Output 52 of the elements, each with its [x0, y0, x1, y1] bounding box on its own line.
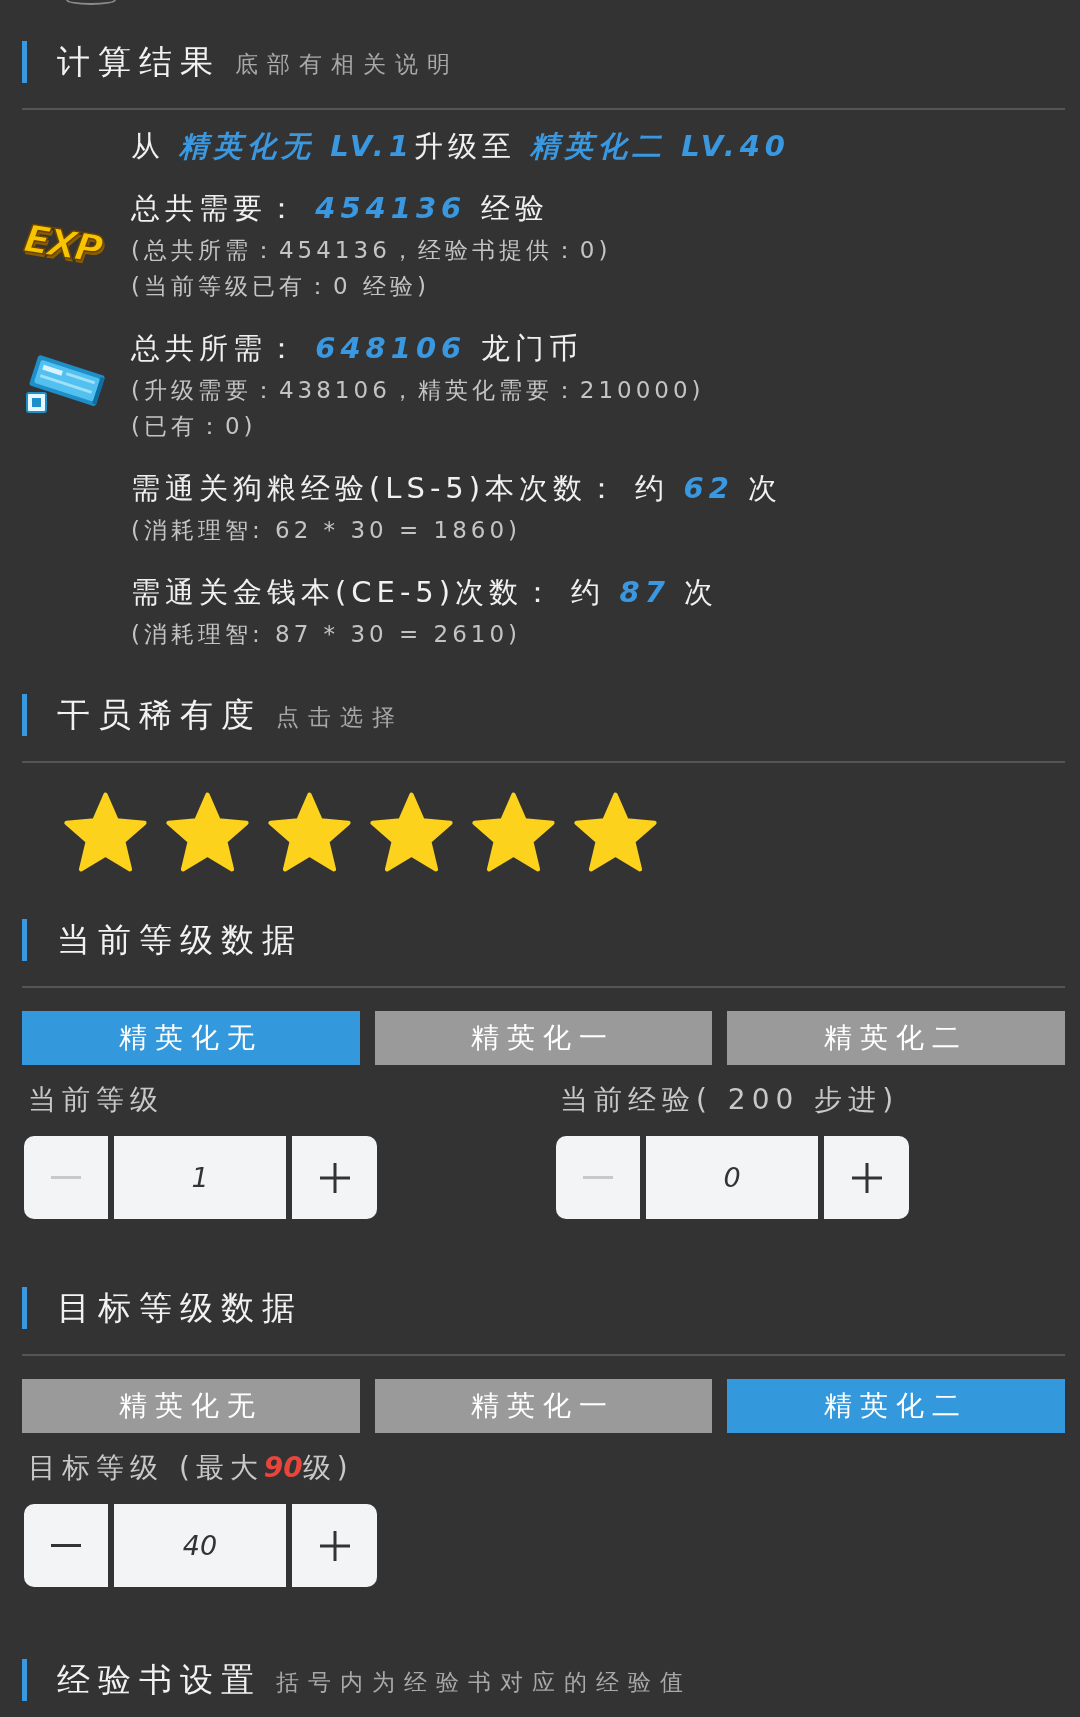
stage-tab[interactable]: 精英化无: [22, 1011, 360, 1065]
field-label: 当前等级: [27, 1082, 165, 1118]
plus-button[interactable]: [292, 1504, 377, 1587]
result-text: 需通关金钱本(CE-5)次数： 约 87 次: [131, 574, 720, 611]
plus-button[interactable]: [292, 1136, 377, 1219]
detail-text: (升级需要：438106，精英化需要：210000): [131, 376, 706, 405]
star-icon[interactable]: [574, 792, 657, 872]
plus-button[interactable]: [824, 1136, 909, 1219]
circle-edge: [66, 0, 116, 5]
minus-icon: [51, 1176, 81, 1179]
section-note: 点击选择: [276, 703, 404, 732]
star-icon[interactable]: [472, 792, 555, 872]
detail-text: (消耗理智: 62 * 30 = 1860): [131, 516, 523, 545]
stage-tab[interactable]: 精英化无: [22, 1379, 360, 1433]
section-note: 括号内为经验书对应的经验值: [276, 1668, 692, 1697]
star-icon[interactable]: [268, 792, 351, 872]
minus-icon: [51, 1544, 81, 1547]
result-text: 需通关狗粮经验(LS-5)本次数： 约 62 次: [131, 470, 784, 507]
accent-bar: [22, 41, 27, 83]
exp-icon: EXP: [21, 216, 105, 272]
section-note: 底部有相关说明: [235, 50, 459, 79]
section-title: 干员稀有度: [57, 693, 262, 736]
result-text: 总共需要： 454136 经验: [131, 190, 550, 227]
section-title: 计算结果: [57, 40, 221, 83]
plus-icon: [319, 1162, 350, 1193]
accent-bar: [22, 1659, 27, 1701]
detail-text: (总共所需：454136，经验书提供：0): [131, 236, 613, 265]
plus-icon: [851, 1162, 882, 1193]
stage-tab[interactable]: 精英化一: [374, 1011, 713, 1065]
star-icon[interactable]: [370, 792, 453, 872]
stage-tab[interactable]: 精英化二: [727, 1379, 1065, 1433]
card-icon: [24, 353, 106, 415]
accent-bar: [22, 1287, 27, 1329]
field-label: 当前经验( 200 步进): [559, 1082, 901, 1118]
result-text: 总共所需： 648106 龙门币: [131, 330, 584, 367]
detail-text: (当前等级已有：0 经验): [131, 272, 431, 301]
stage-tab[interactable]: 精英化一: [374, 1379, 713, 1433]
detail-text: (已有：0): [131, 412, 258, 441]
accent-bar: [22, 919, 27, 961]
star-icon[interactable]: [166, 792, 249, 872]
section-title: 当前等级数据: [57, 918, 303, 961]
accent-bar: [22, 694, 27, 736]
number-field[interactable]: 1: [114, 1136, 286, 1219]
section-title: 目标等级数据: [57, 1286, 303, 1329]
stage-tab[interactable]: 精英化二: [727, 1011, 1065, 1065]
plus-icon: [319, 1530, 350, 1561]
section-title: 经验书设置: [57, 1658, 262, 1701]
number-field[interactable]: 0: [646, 1136, 818, 1219]
detail-text: (消耗理智: 87 * 30 = 2610): [131, 620, 523, 649]
number-field[interactable]: 40: [114, 1504, 286, 1587]
star-icon[interactable]: [64, 792, 147, 872]
minus-icon: [583, 1176, 613, 1179]
